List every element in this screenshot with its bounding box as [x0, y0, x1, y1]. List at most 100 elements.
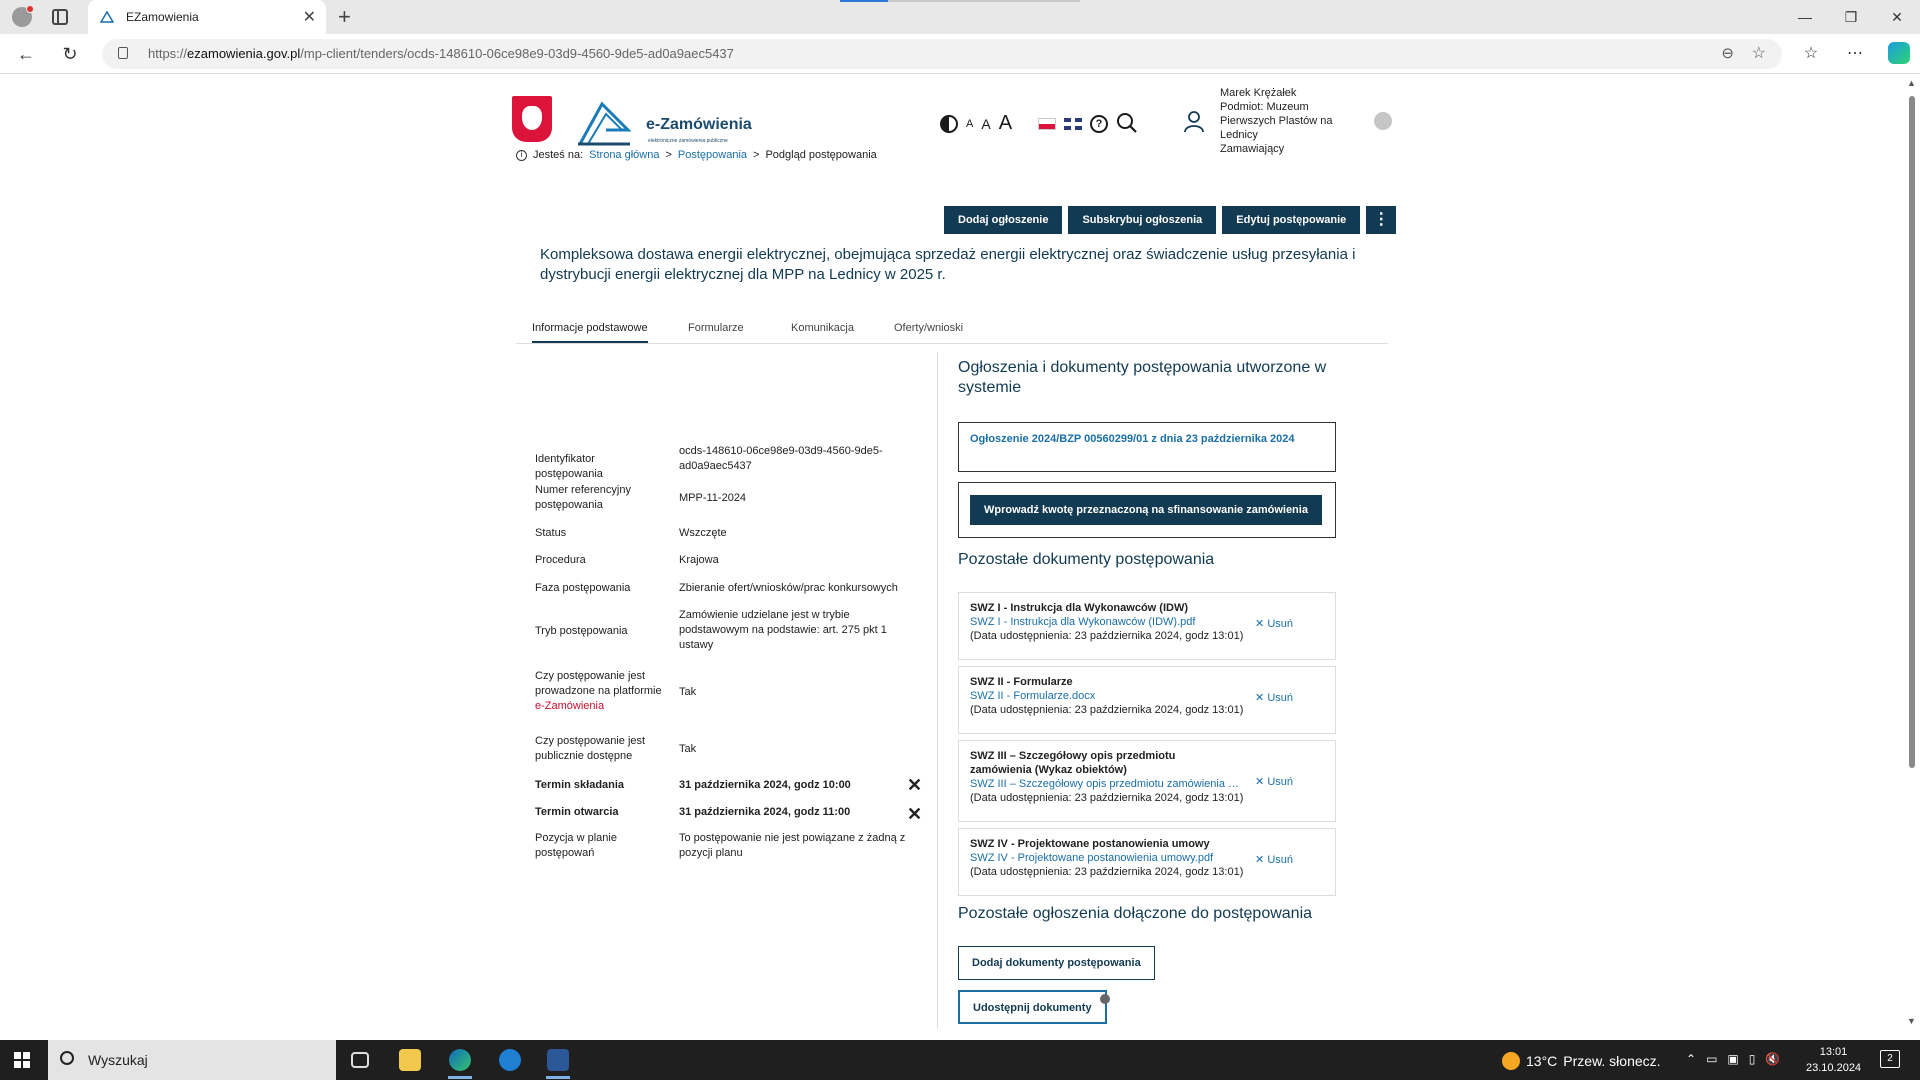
font-small-button[interactable]: A	[966, 118, 973, 130]
english-flag-icon[interactable]	[1064, 117, 1083, 130]
document-file-link[interactable]: SWZ IV - Projektowane postanowienia umow…	[970, 851, 1250, 865]
favorites-icon[interactable]: ☆	[1800, 43, 1822, 63]
windows-start-icon[interactable]	[14, 1052, 30, 1068]
outlook-button[interactable]	[490, 1044, 530, 1076]
file-explorer-button[interactable]	[390, 1044, 430, 1076]
favorite-star-icon[interactable]: ☆	[1752, 43, 1766, 63]
help-icon[interactable]: ?	[1090, 114, 1109, 133]
settings-gear-icon[interactable]	[1374, 112, 1392, 130]
browser-tab[interactable]: EZamowienia ✕	[88, 0, 326, 34]
close-window-icon[interactable]: ✕	[1874, 0, 1920, 34]
word-button[interactable]	[538, 1044, 578, 1079]
document-date: (Data udostępnienia: 23 października 202…	[970, 866, 1244, 878]
info-key: Termin otwarcia	[535, 806, 619, 818]
notifications-icon[interactable]: 2	[1880, 1050, 1900, 1068]
remove-document-button[interactable]: ✕ Usuń	[1255, 775, 1293, 789]
font-large-button[interactable]: A	[999, 112, 1012, 135]
zoom-icon[interactable]: ⊖	[1721, 44, 1734, 62]
weather-sun-icon	[1502, 1052, 1520, 1070]
volume-icon[interactable]: 🔇	[1765, 1052, 1780, 1066]
scroll-thumb[interactable]	[1909, 96, 1915, 768]
folder-icon	[399, 1049, 421, 1071]
contrast-icon[interactable]	[940, 114, 958, 133]
tab-forms[interactable]: Formularze	[688, 322, 744, 334]
page-content: e-Zamówienia elektroniczne zamówienia pu…	[0, 76, 1904, 1028]
tab-actions-icon[interactable]	[52, 9, 68, 25]
notification-dot	[26, 5, 34, 13]
close-icon[interactable]: ✕	[907, 805, 922, 823]
minimize-icon[interactable]: —	[1782, 0, 1828, 34]
info-value: Wszczęte	[679, 527, 727, 539]
back-icon[interactable]: ←	[14, 42, 38, 66]
add-notice-button[interactable]: Dodaj ogłoszenie	[944, 206, 1063, 234]
share-documents-button[interactable]: Udostępnij dokumenty	[958, 990, 1107, 1024]
copilot-icon[interactable]	[1888, 42, 1910, 64]
breadcrumb-tenders-link[interactable]: Postępowania	[678, 149, 747, 161]
font-medium-button[interactable]: A	[981, 116, 990, 132]
tab-title: EZamowienia	[126, 10, 199, 24]
add-documents-button[interactable]: Dodaj dokumenty postępowania	[958, 946, 1155, 980]
network-icon[interactable]: ▭	[1706, 1052, 1717, 1066]
edit-tender-button[interactable]: Edytuj postępowanie	[1222, 206, 1361, 234]
chat-icon[interactable]	[1100, 994, 1110, 1004]
remove-document-button[interactable]: ✕ Usuń	[1255, 617, 1293, 631]
tab-basic-info[interactable]: Informacje podstawowe	[532, 322, 648, 343]
info-value: To postępowanie nie jest powiązane z żad…	[679, 832, 906, 859]
remove-document-button[interactable]: ✕ Usuń	[1255, 853, 1293, 867]
remove-document-button[interactable]: ✕ Usuń	[1255, 691, 1293, 705]
info-value: Tak	[679, 686, 697, 698]
user-organization: Podmiot: Muzeum Pierwszych Plastów na Le…	[1220, 101, 1333, 141]
document-file-link[interactable]: SWZ I - Instrukcja dla Wykonawców (IDW).…	[970, 615, 1250, 629]
info-key: Status	[535, 527, 567, 539]
scroll-up-icon[interactable]: ▲	[1907, 78, 1916, 88]
restore-icon[interactable]: ❐	[1828, 0, 1874, 34]
ezamowienia-mark-icon	[578, 101, 632, 146]
document-file-link[interactable]: SWZ III – Szczegółowy opis przedmiotu za…	[970, 777, 1240, 791]
user-info[interactable]: Marek Krężałek Podmiot: Muzeum Pierwszyc…	[1220, 86, 1340, 156]
scroll-down-icon[interactable]: ▼	[1907, 1016, 1916, 1026]
lock-icon[interactable]	[118, 47, 128, 59]
page-scrollbar[interactable]: ▲ ▼	[1904, 76, 1920, 1028]
notice-link[interactable]: Ogłoszenie 2024/BZP 00560299/01 z dnia 2…	[970, 433, 1294, 445]
info-key: Identyfikator postępowania	[535, 453, 603, 480]
display-icon[interactable]: ▣	[1727, 1052, 1738, 1066]
profile-icon[interactable]	[12, 5, 34, 27]
info-key: Pozycja w planie postępowań	[535, 832, 617, 859]
info-value: MPP-11-2024	[679, 492, 747, 504]
new-tab-icon[interactable]: +	[338, 4, 351, 30]
document-date: (Data udostępnienia: 23 października 202…	[970, 704, 1244, 716]
info-value: ocds-148610-06ce98e9-03d9-4560-9de5-ad0a…	[679, 445, 883, 472]
tab-communication[interactable]: Komunikacja	[791, 322, 854, 334]
task-view-button[interactable]	[340, 1044, 380, 1076]
polish-flag-icon[interactable]	[1038, 117, 1057, 130]
loading-track	[888, 0, 1080, 2]
breadcrumb-home-link[interactable]: Strona główna	[589, 149, 659, 161]
info-key: Procedura	[535, 554, 586, 566]
edge-button[interactable]	[440, 1044, 480, 1079]
taskbar-clock[interactable]: 13:01 23.10.2024	[1806, 1044, 1861, 1076]
more-options-icon[interactable]: ⋯	[1844, 43, 1866, 63]
subscribe-notices-button[interactable]: Subskrybuj ogłoszenia	[1068, 206, 1217, 234]
info-value: 31 października 2024, godz 10:00	[679, 779, 851, 791]
weather-widget[interactable]: 13°C Przew. słonecz.	[1502, 1052, 1661, 1070]
battery-icon[interactable]: ▯	[1749, 1052, 1756, 1066]
refresh-icon[interactable]: ↻	[58, 42, 82, 66]
info-key: Czy postępowanie jest publicznie dostępn…	[535, 735, 646, 762]
breadcrumb-separator: >	[753, 149, 760, 161]
taskbar-search[interactable]: Wyszukaj	[48, 1040, 336, 1080]
chevron-up-icon[interactable]: ⌃	[1686, 1052, 1696, 1066]
search-icon[interactable]	[1116, 112, 1138, 134]
clock-date: 23.10.2024	[1806, 1062, 1862, 1074]
more-actions-button[interactable]: ⋮	[1366, 206, 1397, 234]
tab-offers[interactable]: Oferty/wnioski	[894, 322, 963, 334]
info-key: Numer referencyjny postępowania	[535, 484, 631, 511]
info-icon: i	[516, 149, 527, 161]
url-field[interactable]: https://ezamowienia.gov.pl/mp-client/ten…	[102, 39, 1782, 69]
document-title: SWZ II - Formularze	[970, 676, 1073, 688]
close-tab-icon[interactable]: ✕	[303, 7, 316, 27]
close-icon[interactable]: ✕	[907, 776, 922, 794]
enter-amount-button[interactable]: Wprowadź kwotę przeznaczoną na sfinansow…	[970, 495, 1322, 525]
document-file-link[interactable]: SWZ II - Formularze.docx	[970, 689, 1250, 703]
user-icon[interactable]	[1182, 109, 1206, 133]
other-documents-heading: Pozostałe dokumenty postępowania	[958, 551, 1215, 568]
